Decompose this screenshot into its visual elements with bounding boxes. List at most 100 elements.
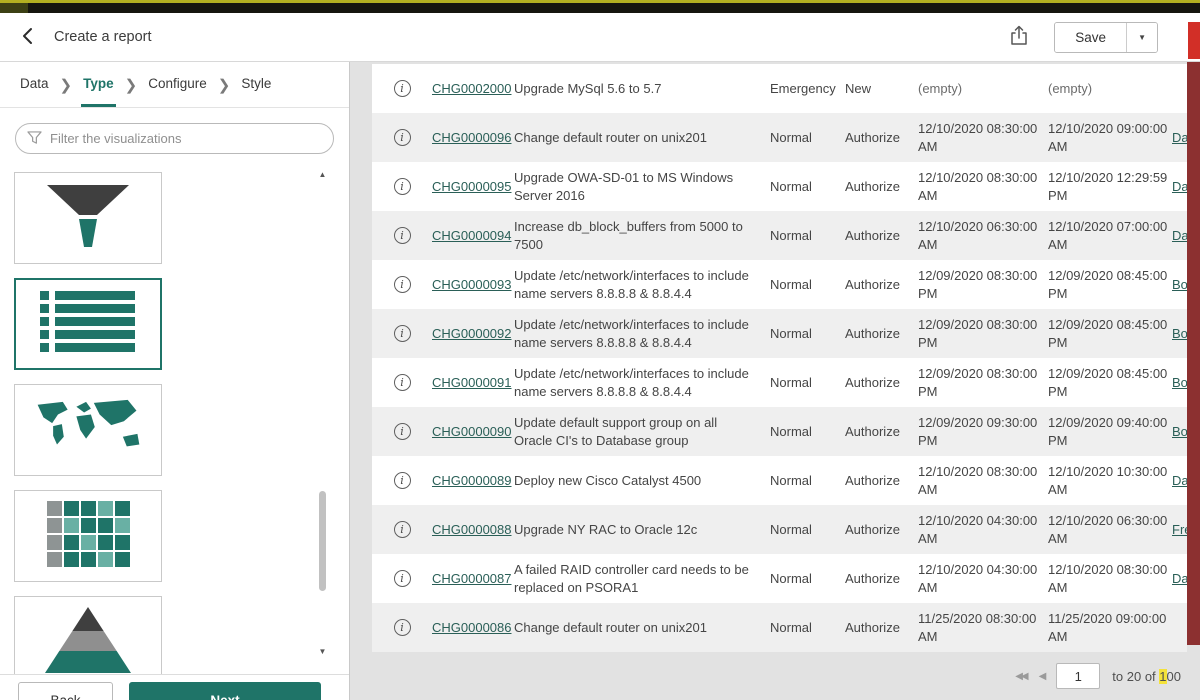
assigned-to-link[interactable]: Dav <box>1172 179 1187 194</box>
assigned-to-link[interactable]: Bow <box>1172 277 1187 292</box>
info-icon[interactable]: i <box>394 325 411 342</box>
screen-edge-artifact <box>1187 62 1200 645</box>
change-requests-table: i CHG0002000 Upgrade MySql 5.6 to 5.7 Em… <box>372 64 1187 652</box>
row-end-date: 12/10/2020 07:00:00 AM <box>1048 218 1172 253</box>
next-step-button[interactable]: Next <box>129 682 321 700</box>
first-page-icon[interactable]: ◀◀ <box>1015 671 1026 682</box>
table-row[interactable]: i CHG0002000 Upgrade MySql 5.6 to 5.7 Em… <box>372 64 1187 113</box>
assigned-to-link[interactable]: Bow <box>1172 375 1187 390</box>
step-data[interactable]: Data <box>18 62 51 107</box>
row-priority: Normal <box>770 522 845 537</box>
pagination-bar: ◀◀ ◀ to 20 of 100 <box>372 663 1187 689</box>
info-icon[interactable]: i <box>394 570 411 587</box>
pyramid-chart-icon <box>43 605 133 675</box>
row-end-date: 12/09/2020 08:45:00 PM <box>1048 365 1172 400</box>
row-start-date: 12/10/2020 04:30:00 AM <box>918 561 1048 596</box>
table-row[interactable]: i CHG0000090 Update default support grou… <box>372 407 1187 456</box>
change-number-link[interactable]: CHG0000087 <box>432 571 514 586</box>
scrollbar-thumb[interactable] <box>319 491 326 591</box>
info-icon[interactable]: i <box>394 521 411 538</box>
table-row[interactable]: i CHG0000094 Increase db_block_buffers f… <box>372 211 1187 260</box>
table-row[interactable]: i CHG0000089 Deploy new Cisco Catalyst 4… <box>372 456 1187 505</box>
save-button[interactable]: Save <box>1055 23 1126 52</box>
viz-thumbnail-list[interactable] <box>14 278 162 370</box>
row-state: New <box>845 81 918 96</box>
info-icon[interactable]: i <box>394 178 411 195</box>
change-number-link[interactable]: CHG0000090 <box>432 424 514 439</box>
info-icon[interactable]: i <box>394 129 411 146</box>
row-description: Deploy new Cisco Catalyst 4500 <box>514 472 770 490</box>
assigned-to-link[interactable]: Dav <box>1172 130 1187 145</box>
row-priority: Normal <box>770 228 845 243</box>
info-icon[interactable]: i <box>394 374 411 391</box>
change-number-link[interactable]: CHG0000086 <box>432 620 514 635</box>
scroll-up-icon[interactable]: ▲ <box>316 170 329 179</box>
scroll-down-icon[interactable]: ▼ <box>316 647 329 656</box>
visualization-list: ▲ ▼ <box>0 164 349 674</box>
assigned-to-link[interactable]: Fre <box>1172 522 1187 537</box>
change-number-link[interactable]: CHG0002000 <box>432 81 514 96</box>
row-priority: Normal <box>770 473 845 488</box>
change-number-link[interactable]: CHG0000096 <box>432 130 514 145</box>
info-icon[interactable]: i <box>394 472 411 489</box>
change-number-link[interactable]: CHG0000092 <box>432 326 514 341</box>
info-icon[interactable]: i <box>394 619 411 636</box>
info-icon[interactable]: i <box>394 227 411 244</box>
list-chart-icon <box>40 291 136 358</box>
table-row[interactable]: i CHG0000086 Change default router on un… <box>372 603 1187 652</box>
change-number-link[interactable]: CHG0000093 <box>432 277 514 292</box>
row-priority: Normal <box>770 179 845 194</box>
row-priority: Normal <box>770 277 845 292</box>
row-description: Update /etc/network/interfaces to includ… <box>514 316 770 351</box>
row-description: Update /etc/network/interfaces to includ… <box>514 365 770 400</box>
viz-thumbnail-heatmap[interactable] <box>14 490 162 582</box>
export-button[interactable] <box>1010 25 1028 49</box>
table-row[interactable]: i CHG0000095 Upgrade OWA-SD-01 to MS Win… <box>372 162 1187 211</box>
change-number-link[interactable]: CHG0000094 <box>432 228 514 243</box>
assigned-to-link[interactable]: Dav <box>1172 473 1187 488</box>
back-step-button[interactable]: Back <box>18 682 113 700</box>
step-style[interactable]: Style <box>239 62 273 107</box>
change-number-link[interactable]: CHG0000091 <box>432 375 514 390</box>
table-row[interactable]: i CHG0000092 Update /etc/network/interfa… <box>372 309 1187 358</box>
panel-scrollbar[interactable]: ▲ ▼ <box>316 170 329 656</box>
row-start-date: (empty) <box>918 80 1048 98</box>
step-type[interactable]: Type <box>81 62 116 107</box>
table-row[interactable]: i CHG0000093 Update /etc/network/interfa… <box>372 260 1187 309</box>
funnel-chart-icon <box>43 183 133 254</box>
table-row[interactable]: i CHG0000088 Upgrade NY RAC to Oracle 12… <box>372 505 1187 554</box>
wizard-steps: Data ❯ Type ❯ Configure ❯ Style <box>0 62 349 108</box>
step-configure[interactable]: Configure <box>146 62 209 107</box>
info-icon[interactable]: i <box>394 423 411 440</box>
change-number-link[interactable]: CHG0000089 <box>432 473 514 488</box>
assigned-to-link[interactable]: Dav <box>1172 228 1187 243</box>
assigned-to-link[interactable]: Dav <box>1172 571 1187 586</box>
page-number-input[interactable] <box>1056 663 1100 689</box>
table-row[interactable]: i CHG0000091 Update /etc/network/interfa… <box>372 358 1187 407</box>
viz-thumbnail-funnel[interactable] <box>14 172 162 264</box>
row-end-date: 12/10/2020 08:30:00 AM <box>1048 561 1172 596</box>
assigned-to-link[interactable]: Bow <box>1172 326 1187 341</box>
change-number-link[interactable]: CHG0000095 <box>432 179 514 194</box>
app-header: Create a report Save ▼ <box>0 13 1200 62</box>
row-start-date: 12/09/2020 09:30:00 PM <box>918 414 1048 449</box>
row-description: Update /etc/network/interfaces to includ… <box>514 267 770 302</box>
table-row[interactable]: i CHG0000096 Change default router on un… <box>372 113 1187 162</box>
assigned-to-link[interactable]: Bow <box>1172 424 1187 439</box>
viz-thumbnail-world-map[interactable] <box>14 384 162 476</box>
filter-visualizations-input[interactable] <box>15 123 334 154</box>
back-button[interactable] <box>16 23 40 52</box>
row-priority: Normal <box>770 375 845 390</box>
row-end-date: 12/10/2020 10:30:00 AM <box>1048 463 1172 498</box>
row-priority: Normal <box>770 620 845 635</box>
row-description: Upgrade MySql 5.6 to 5.7 <box>514 80 770 98</box>
change-number-link[interactable]: CHG0000088 <box>432 522 514 537</box>
table-row[interactable]: i CHG0000087 A failed RAID controller ca… <box>372 554 1187 603</box>
row-state: Authorize <box>845 375 918 390</box>
save-dropdown-button[interactable]: ▼ <box>1126 23 1157 52</box>
previous-page-icon[interactable]: ◀ <box>1039 671 1045 682</box>
info-icon[interactable]: i <box>394 276 411 293</box>
chevron-down-icon: ▼ <box>1138 33 1146 42</box>
info-icon[interactable]: i <box>394 80 411 97</box>
viz-thumbnail-pyramid[interactable] <box>14 596 162 674</box>
